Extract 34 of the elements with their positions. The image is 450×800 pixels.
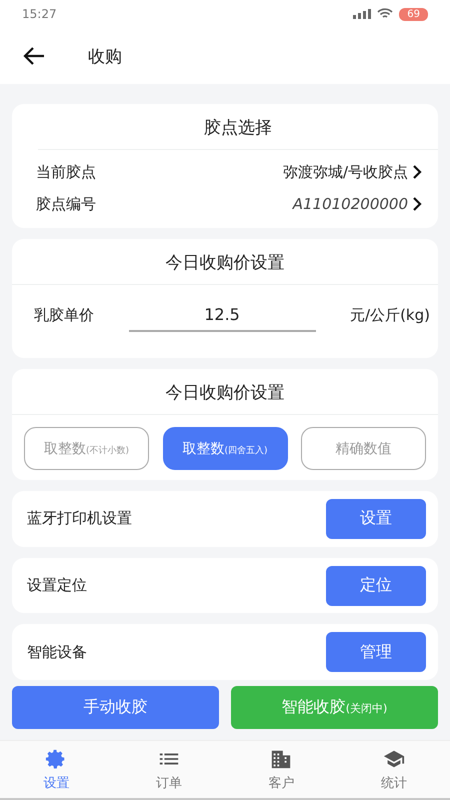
- row-value[interactable]: 弥渡弥城/号收胶点: [282, 162, 408, 182]
- setting-button[interactable]: 管理: [326, 632, 426, 672]
- nav-tab[interactable]: 设置: [0, 741, 112, 800]
- card-title: 胶点选择: [38, 104, 438, 150]
- rounding-option[interactable]: 取整数(不计小数): [24, 427, 149, 470]
- row-value[interactable]: A11010200000: [292, 195, 408, 213]
- signal-icon: [353, 9, 372, 19]
- nav-tab[interactable]: 统计: [338, 741, 450, 800]
- setting-label: 设置定位: [27, 576, 87, 595]
- back-arrow-icon[interactable]: [22, 46, 46, 66]
- rounding-option[interactable]: 精确数值: [301, 427, 426, 470]
- price-unit: 元/公斤(kg): [350, 306, 430, 325]
- nav-tab[interactable]: 订单: [112, 741, 225, 800]
- gear-icon: [45, 748, 68, 770]
- setting-label: 蓝牙打印机设置: [27, 509, 132, 528]
- price-label: 乳胶单价: [34, 306, 94, 325]
- card-title: 今日收购价设置: [12, 369, 438, 415]
- battery-indicator: 69: [399, 8, 428, 20]
- rounding-option[interactable]: 取整数(四舍五入): [162, 427, 288, 470]
- chevron-right-icon[interactable]: [412, 165, 422, 179]
- setting-button[interactable]: 设置: [326, 498, 426, 539]
- smart-collect-button[interactable]: 智能收胶(关闭中): [231, 686, 438, 729]
- price-input-field[interactable]: 12.5: [128, 299, 316, 332]
- manual-collect-button[interactable]: 手动收胶: [12, 686, 219, 729]
- setting-button[interactable]: 定位: [326, 566, 426, 606]
- setting-label: 智能设备: [27, 642, 87, 662]
- nav-tab[interactable]: 客户: [225, 741, 338, 800]
- chevron-right-icon[interactable]: [412, 197, 422, 211]
- wifi-icon: [377, 8, 394, 20]
- row-label: 当前胶点: [36, 162, 96, 182]
- status-time: 15:27: [22, 7, 57, 21]
- page-title: 收购: [88, 46, 122, 68]
- row-label: 胶点编号: [36, 194, 96, 214]
- card-title: 今日收购价设置: [12, 239, 438, 285]
